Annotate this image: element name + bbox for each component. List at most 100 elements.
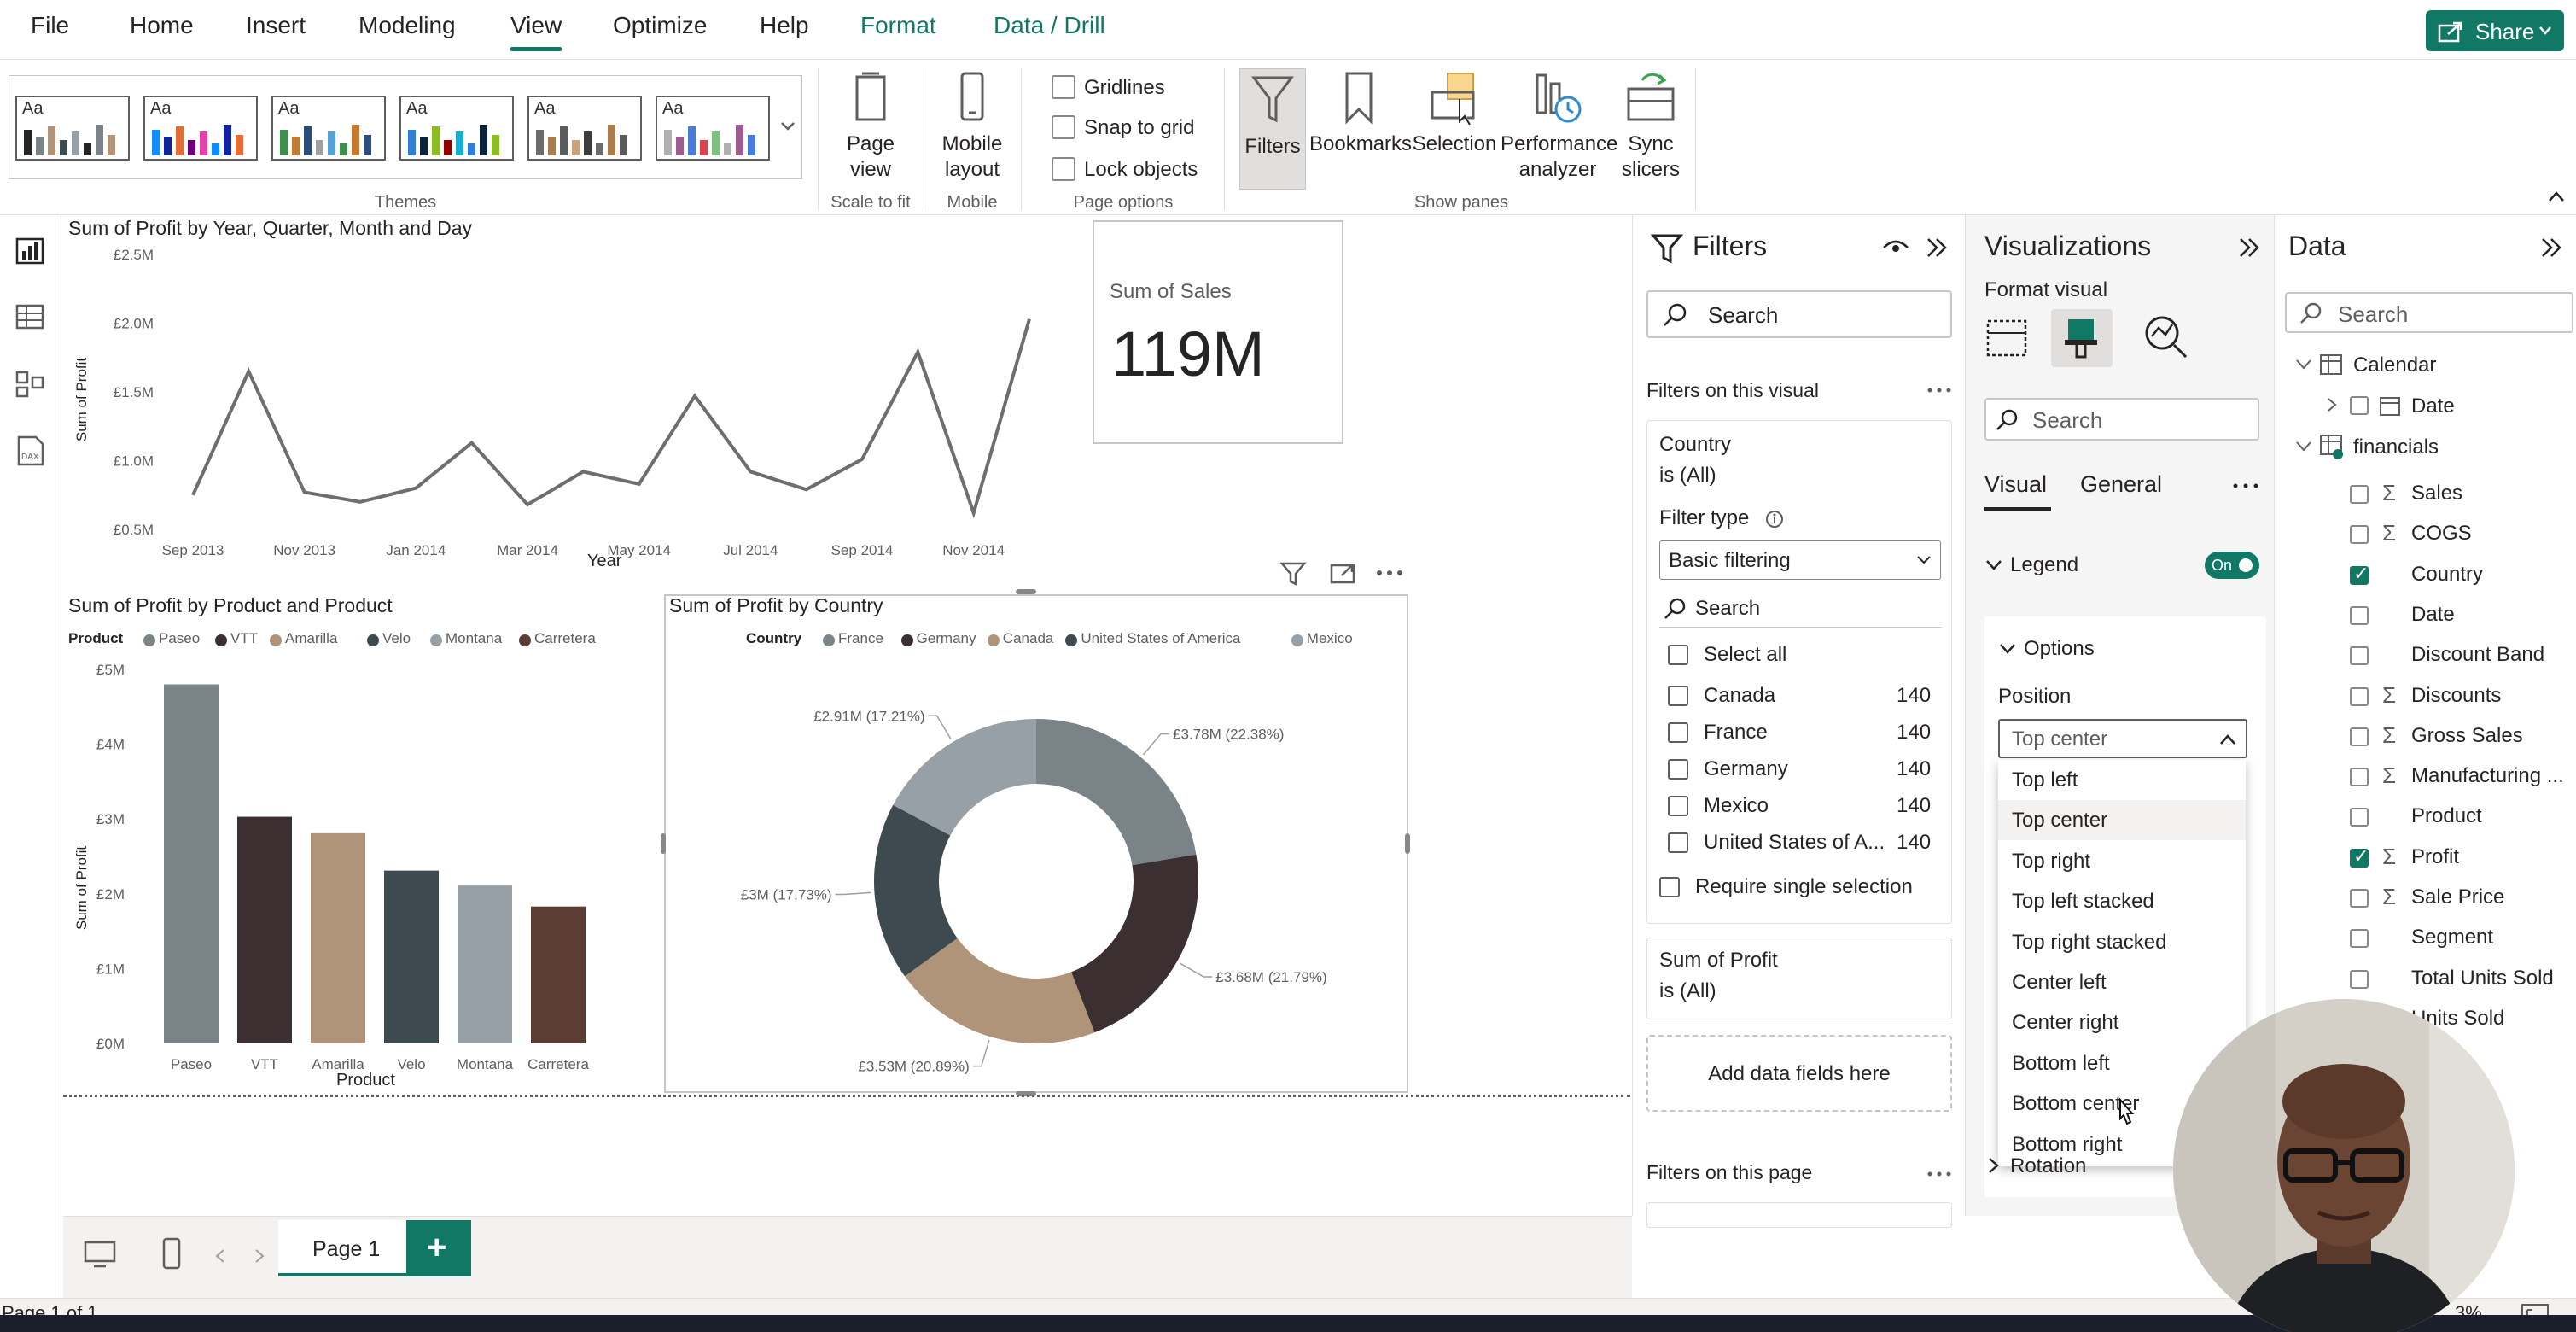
field-checkbox[interactable] <box>2350 686 2369 706</box>
page-tab-1[interactable]: Page 1 <box>278 1220 406 1276</box>
bookmarks-pane-button[interactable]: Bookmarks <box>1309 72 1412 157</box>
data-field[interactable]: ✓ Country <box>2275 558 2575 595</box>
theme-swatch[interactable]: Aa <box>527 96 642 161</box>
theme-swatch[interactable]: Aa <box>399 96 514 161</box>
chevron-right-icon[interactable] <box>1986 1156 2002 1175</box>
bar-chart[interactable]: £5M£4M£3M£2M£1M£0M Paseo VTT Amarilla Velo M… <box>63 657 592 1101</box>
data-field[interactable]: Total Units Sold <box>2275 961 2575 999</box>
filter-item-checkbox[interactable] <box>1668 759 1688 780</box>
collapse-pane-icon[interactable] <box>2237 236 2263 260</box>
format-visual-tab[interactable] <box>2051 309 2113 367</box>
filter-type-dropdown[interactable]: Basic filtering <box>1659 540 1941 580</box>
tab-data-drill[interactable]: Data / Drill <box>994 12 1105 39</box>
field-checkbox[interactable] <box>2350 485 2369 504</box>
focus-mode-icon[interactable] <box>1328 558 1357 587</box>
visual-filter-icon[interactable] <box>1279 558 1308 587</box>
field-checkbox[interactable] <box>2350 889 2369 908</box>
field-checkbox[interactable] <box>2350 969 2369 989</box>
filter-item[interactable]: Canada 140 <box>1647 682 1951 716</box>
line-chart[interactable]: £2.5M £2.0M £1.5M £1.0M £0.5M Sep 2013 Nov 20… <box>63 242 1075 584</box>
analytics-icon[interactable] <box>2142 313 2189 360</box>
tab-home[interactable]: Home <box>130 12 194 39</box>
data-field[interactable]: Σ Gross Sales <box>2275 719 2575 757</box>
tab-help[interactable]: Help <box>760 12 809 39</box>
donut-slice-1[interactable] <box>1071 854 1198 1033</box>
position-option[interactable]: Top center <box>1998 800 2246 841</box>
more-options-icon[interactable] <box>1374 558 1405 587</box>
chevron-down-icon[interactable] <box>2295 359 2312 371</box>
more-options-icon[interactable] <box>1926 386 1952 394</box>
field-checkbox[interactable] <box>2350 768 2369 787</box>
data-field[interactable]: Σ Manufacturing ... <box>2275 759 2575 797</box>
theme-swatch[interactable]: Aa <box>656 96 770 161</box>
country-filter-card[interactable]: Country is (All) Filter type Basic filte… <box>1646 420 1952 924</box>
data-field[interactable]: Σ COGS <box>2275 517 2575 554</box>
filter-item-checkbox[interactable] <box>1668 722 1688 743</box>
financials-table[interactable]: financials <box>2353 435 2439 459</box>
build-visual-icon[interactable] <box>1984 316 2029 360</box>
format-search-input[interactable]: Search <box>1984 398 2259 441</box>
bar-carretera[interactable] <box>531 906 586 1043</box>
prev-page-icon[interactable] <box>213 1247 227 1265</box>
performance-analyzer-button[interactable]: Performance analyzer <box>1501 72 1617 183</box>
tab-view[interactable]: View <box>510 12 562 51</box>
chevron-down-icon[interactable] <box>2295 441 2312 453</box>
add-page-button[interactable]: + <box>406 1220 471 1276</box>
field-checkbox[interactable] <box>2350 646 2369 666</box>
field-checkbox[interactable] <box>2350 605 2369 625</box>
next-page-icon[interactable] <box>253 1247 266 1265</box>
rotation-section-label[interactable]: Rotation <box>2010 1154 2086 1178</box>
collapse-pane-icon[interactable] <box>2539 236 2565 260</box>
require-single-selection-checkbox[interactable] <box>1659 877 1680 897</box>
data-field[interactable]: Σ Sales <box>2275 476 2575 514</box>
select-all-checkbox[interactable] <box>1668 645 1688 665</box>
filter-item-checkbox[interactable] <box>1668 832 1688 853</box>
data-search-input[interactable]: Search <box>2285 292 2573 333</box>
model-view-icon[interactable] <box>14 369 48 400</box>
bar-vtt[interactable] <box>237 816 292 1043</box>
data-field[interactable]: Σ Sale Price <box>2275 880 2575 918</box>
legend-toggle[interactable]: On <box>2205 552 2259 579</box>
tab-format[interactable]: Format <box>860 12 936 39</box>
desktop-view-icon[interactable] <box>82 1239 118 1270</box>
data-field[interactable]: Σ Discounts <box>2275 679 2575 716</box>
resize-handle[interactable] <box>1016 589 1036 594</box>
field-checkbox[interactable] <box>2350 929 2369 949</box>
more-options-icon[interactable] <box>2232 482 2259 490</box>
donut-chart[interactable]: £3.78M (22.38%) £3.68M (21.79%) £3.53M (20… <box>666 657 1407 1084</box>
data-field[interactable]: Discount Band <box>2275 638 2575 675</box>
bar-velo[interactable] <box>384 870 439 1043</box>
calendar-date-checkbox[interactable] <box>2350 396 2369 415</box>
position-option[interactable]: Top right <box>1998 841 2246 881</box>
position-option[interactable]: Top left <box>1998 760 2246 800</box>
filter-item[interactable]: Germany 140 <box>1647 756 1951 790</box>
sales-card[interactable]: Sum of Sales 119M <box>1093 220 1343 444</box>
theme-swatch[interactable]: Aa <box>143 96 258 161</box>
theme-swatch[interactable]: Aa <box>271 96 386 161</box>
calendar-table[interactable]: Calendar <box>2353 353 2436 377</box>
data-field[interactable]: ✓ Σ Profit <box>2275 840 2575 878</box>
field-checkbox[interactable] <box>2350 727 2369 746</box>
data-field[interactable]: Date <box>2275 598 2575 635</box>
collapse-ribbon-icon[interactable] <box>2547 190 2566 203</box>
bar-paseo[interactable] <box>164 684 219 1043</box>
dax-query-view-icon[interactable]: DAX <box>14 434 48 468</box>
tab-insert[interactable]: Insert <box>246 12 306 39</box>
calendar-date-field[interactable]: Date <box>2411 394 2455 418</box>
data-field[interactable]: Segment <box>2275 920 2575 958</box>
filter-item[interactable]: Mexico 140 <box>1647 792 1951 827</box>
share-button[interactable]: Share <box>2426 10 2564 51</box>
chevron-right-icon[interactable] <box>2326 396 2338 413</box>
sync-slicers-button[interactable]: Sync slicers <box>1617 72 1685 183</box>
collapse-pane-icon[interactable] <box>1925 236 1950 260</box>
chevron-down-icon[interactable] <box>1998 642 2017 656</box>
theme-swatch[interactable]: Aa <box>15 96 130 161</box>
data-field[interactable]: Product <box>2275 799 2575 837</box>
options-section-label[interactable]: Options <box>2024 637 2095 661</box>
profit-filter-card[interactable]: Sum of Profit is (All) <box>1646 938 1952 1019</box>
more-options-icon[interactable] <box>1926 1170 1952 1178</box>
position-option[interactable]: Center right <box>1998 1002 2246 1043</box>
lock-objects-checkbox[interactable] <box>1052 157 1075 181</box>
gridlines-checkbox[interactable] <box>1052 75 1075 99</box>
bar-amarilla[interactable] <box>311 832 365 1043</box>
